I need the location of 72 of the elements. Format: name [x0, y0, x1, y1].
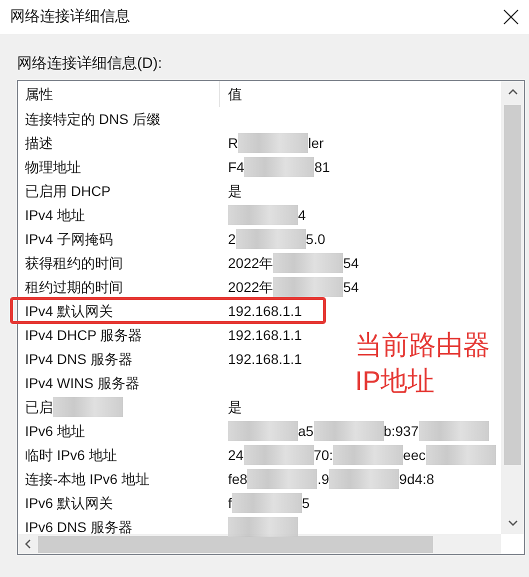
table-cell-text: 81: [314, 158, 330, 176]
table-cell-text: 9d4:8: [399, 470, 434, 488]
table-cell-text: b:937: [384, 422, 419, 440]
table-cell-text: IPv4 DHCP 服务器: [25, 326, 142, 344]
column-header[interactable]: 属性: [18, 81, 220, 107]
table-cell-text: 描述: [25, 134, 53, 152]
table-cell-text: 已启: [25, 398, 53, 416]
table-cell-text: 获得租约的时间: [25, 254, 123, 272]
redaction-blur: [418, 421, 489, 441]
annotation-text: IP地址: [355, 365, 436, 398]
table-cell-text: IPv6 默认网关: [25, 494, 113, 512]
redaction-blur: [333, 445, 404, 465]
redaction-blur: [426, 445, 496, 465]
table-cell-text: 租约过期的时间: [25, 278, 123, 296]
table-cell-text: fe8: [228, 470, 248, 488]
redaction-blur: [228, 205, 298, 225]
table-cell-text: 物理地址: [25, 158, 81, 176]
table-cell-text: R: [228, 134, 238, 152]
redaction-blur: [232, 493, 302, 513]
table-cell-text: 2022年: [228, 254, 274, 272]
table-cell-text: 192.168.1.1: [228, 326, 302, 344]
table-cell-text: 54: [343, 254, 359, 272]
table-cell-text: 是: [228, 182, 242, 200]
table-cell-text: IPv4 WINS 服务器: [25, 374, 140, 392]
redaction-blur: [244, 157, 314, 177]
table-cell-text: 连接特定的 DNS 后缀: [25, 110, 160, 128]
table-cell-text: 5.0: [306, 230, 326, 248]
table-cell-text: 70:: [314, 446, 334, 464]
table-cell-text: f: [228, 494, 232, 512]
table-cell-text: IPv6 地址: [25, 422, 85, 440]
table-cell-text: IPv4 DNS 服务器: [25, 350, 132, 368]
table-cell-text: F4: [228, 158, 244, 176]
redaction-blur: [228, 517, 298, 537]
redaction-blur: [53, 397, 123, 417]
window-title: 网络连接详细信息: [10, 6, 130, 27]
table-cell-text: eec: [403, 446, 426, 464]
table-cell-text: 2: [228, 230, 236, 248]
table-cell-text: 192.168.1.1: [228, 302, 302, 320]
table-cell-text: 192.168.1.1: [228, 350, 302, 368]
vertical-scrollbar[interactable]: [501, 81, 524, 534]
table-cell-text: ler: [308, 134, 324, 152]
table-cell-text: .9: [317, 470, 330, 488]
table-cell-text: 连接-本地 IPv6 地址: [25, 470, 150, 488]
redaction-blur: [247, 469, 318, 489]
table-cell-text: IPv6 DNS 服务器: [25, 518, 132, 536]
table-cell-text: IPv4 默认网关: [25, 302, 113, 320]
table-cell-text: 54: [343, 278, 359, 296]
redaction-blur: [236, 229, 306, 249]
redaction-blur: [244, 445, 314, 465]
horizontal-scrollbar[interactable]: [18, 534, 501, 554]
table-cell-text: a5: [298, 422, 314, 440]
redaction-blur: [238, 133, 308, 153]
column-header[interactable]: 值: [220, 81, 501, 107]
redaction-blur: [273, 253, 344, 273]
table-cell-text: 4: [298, 206, 306, 224]
table-cell-text: 5: [302, 494, 310, 512]
redaction-blur: [314, 421, 384, 441]
table-cell-text: IPv4 子网掩码: [25, 230, 113, 248]
table-cell-text: 临时 IPv6 地址: [25, 446, 117, 464]
redaction-blur: [228, 421, 298, 441]
redaction-blur: [329, 469, 400, 489]
table-cell-text: 2022年: [228, 278, 274, 296]
table-cell-text: 24: [228, 446, 244, 464]
close-icon[interactable]: [501, 7, 521, 27]
scroll-thumb[interactable]: [38, 536, 433, 552]
table-cell-text: 已启用 DHCP: [25, 182, 111, 200]
annotation-text: 当前路由器: [355, 329, 490, 362]
scroll-thumb[interactable]: [504, 105, 521, 465]
table-cell-text: IPv4 地址: [25, 206, 85, 224]
redaction-blur: [273, 277, 344, 297]
list-label: 网络连接详细信息(D):: [17, 54, 162, 74]
table-cell-text: 是: [228, 398, 242, 416]
